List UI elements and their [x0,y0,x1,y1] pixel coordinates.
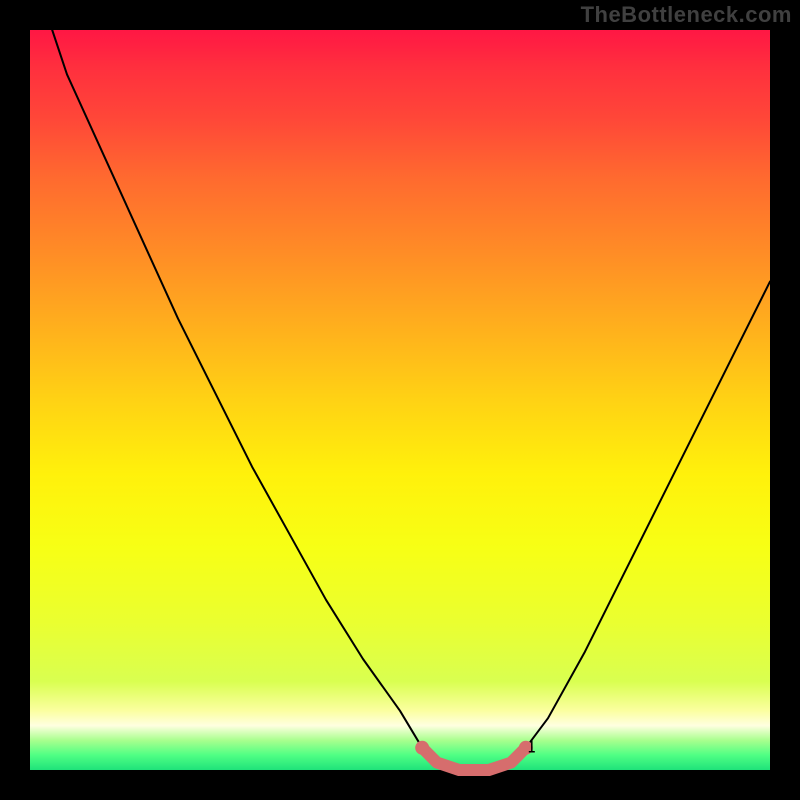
highlight-end-dot [519,741,533,755]
highlight-start-dot [415,741,429,755]
plot-background [30,30,770,770]
chart-stage: TheBottleneck.com [0,0,800,800]
chart-svg [0,0,800,800]
